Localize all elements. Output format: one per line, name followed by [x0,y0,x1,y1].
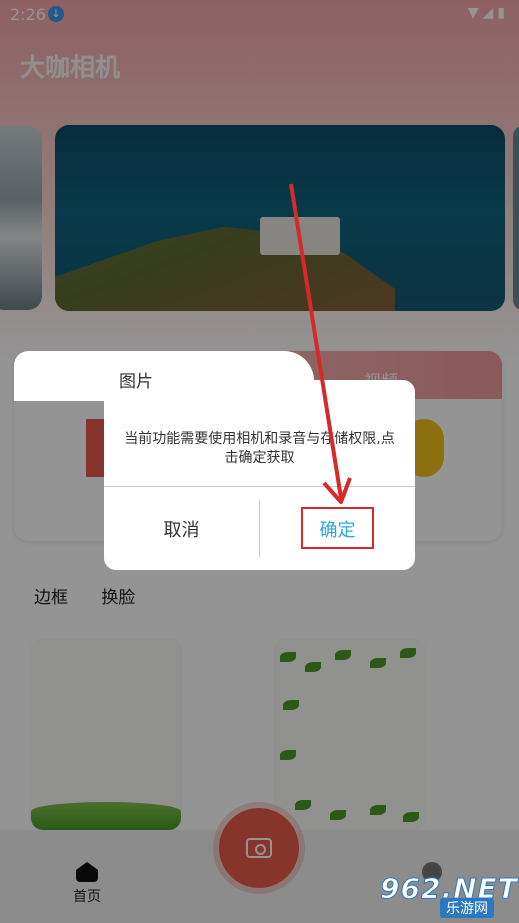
app-screen: 2:26 ↓ ▼◢▮ 大咖相机 视频 图片 边框 换脸 [0,0,519,923]
confirm-button[interactable]: 确定 [260,487,415,570]
tab-image[interactable]: 图片 [14,351,314,401]
tab-image-label: 图片 [119,372,153,392]
dialog-message: 当前功能需要使用相机和录音与存储权限,点击确定获取 [124,431,395,466]
site-watermark: 962.NET 乐游网 [380,868,517,918]
cancel-button[interactable]: 取消 [104,487,259,570]
permission-dialog: 当前功能需要使用相机和录音与存储权限,点击确定获取 取消 确定 [104,380,415,570]
watermark-text: 乐游网 [440,898,494,918]
